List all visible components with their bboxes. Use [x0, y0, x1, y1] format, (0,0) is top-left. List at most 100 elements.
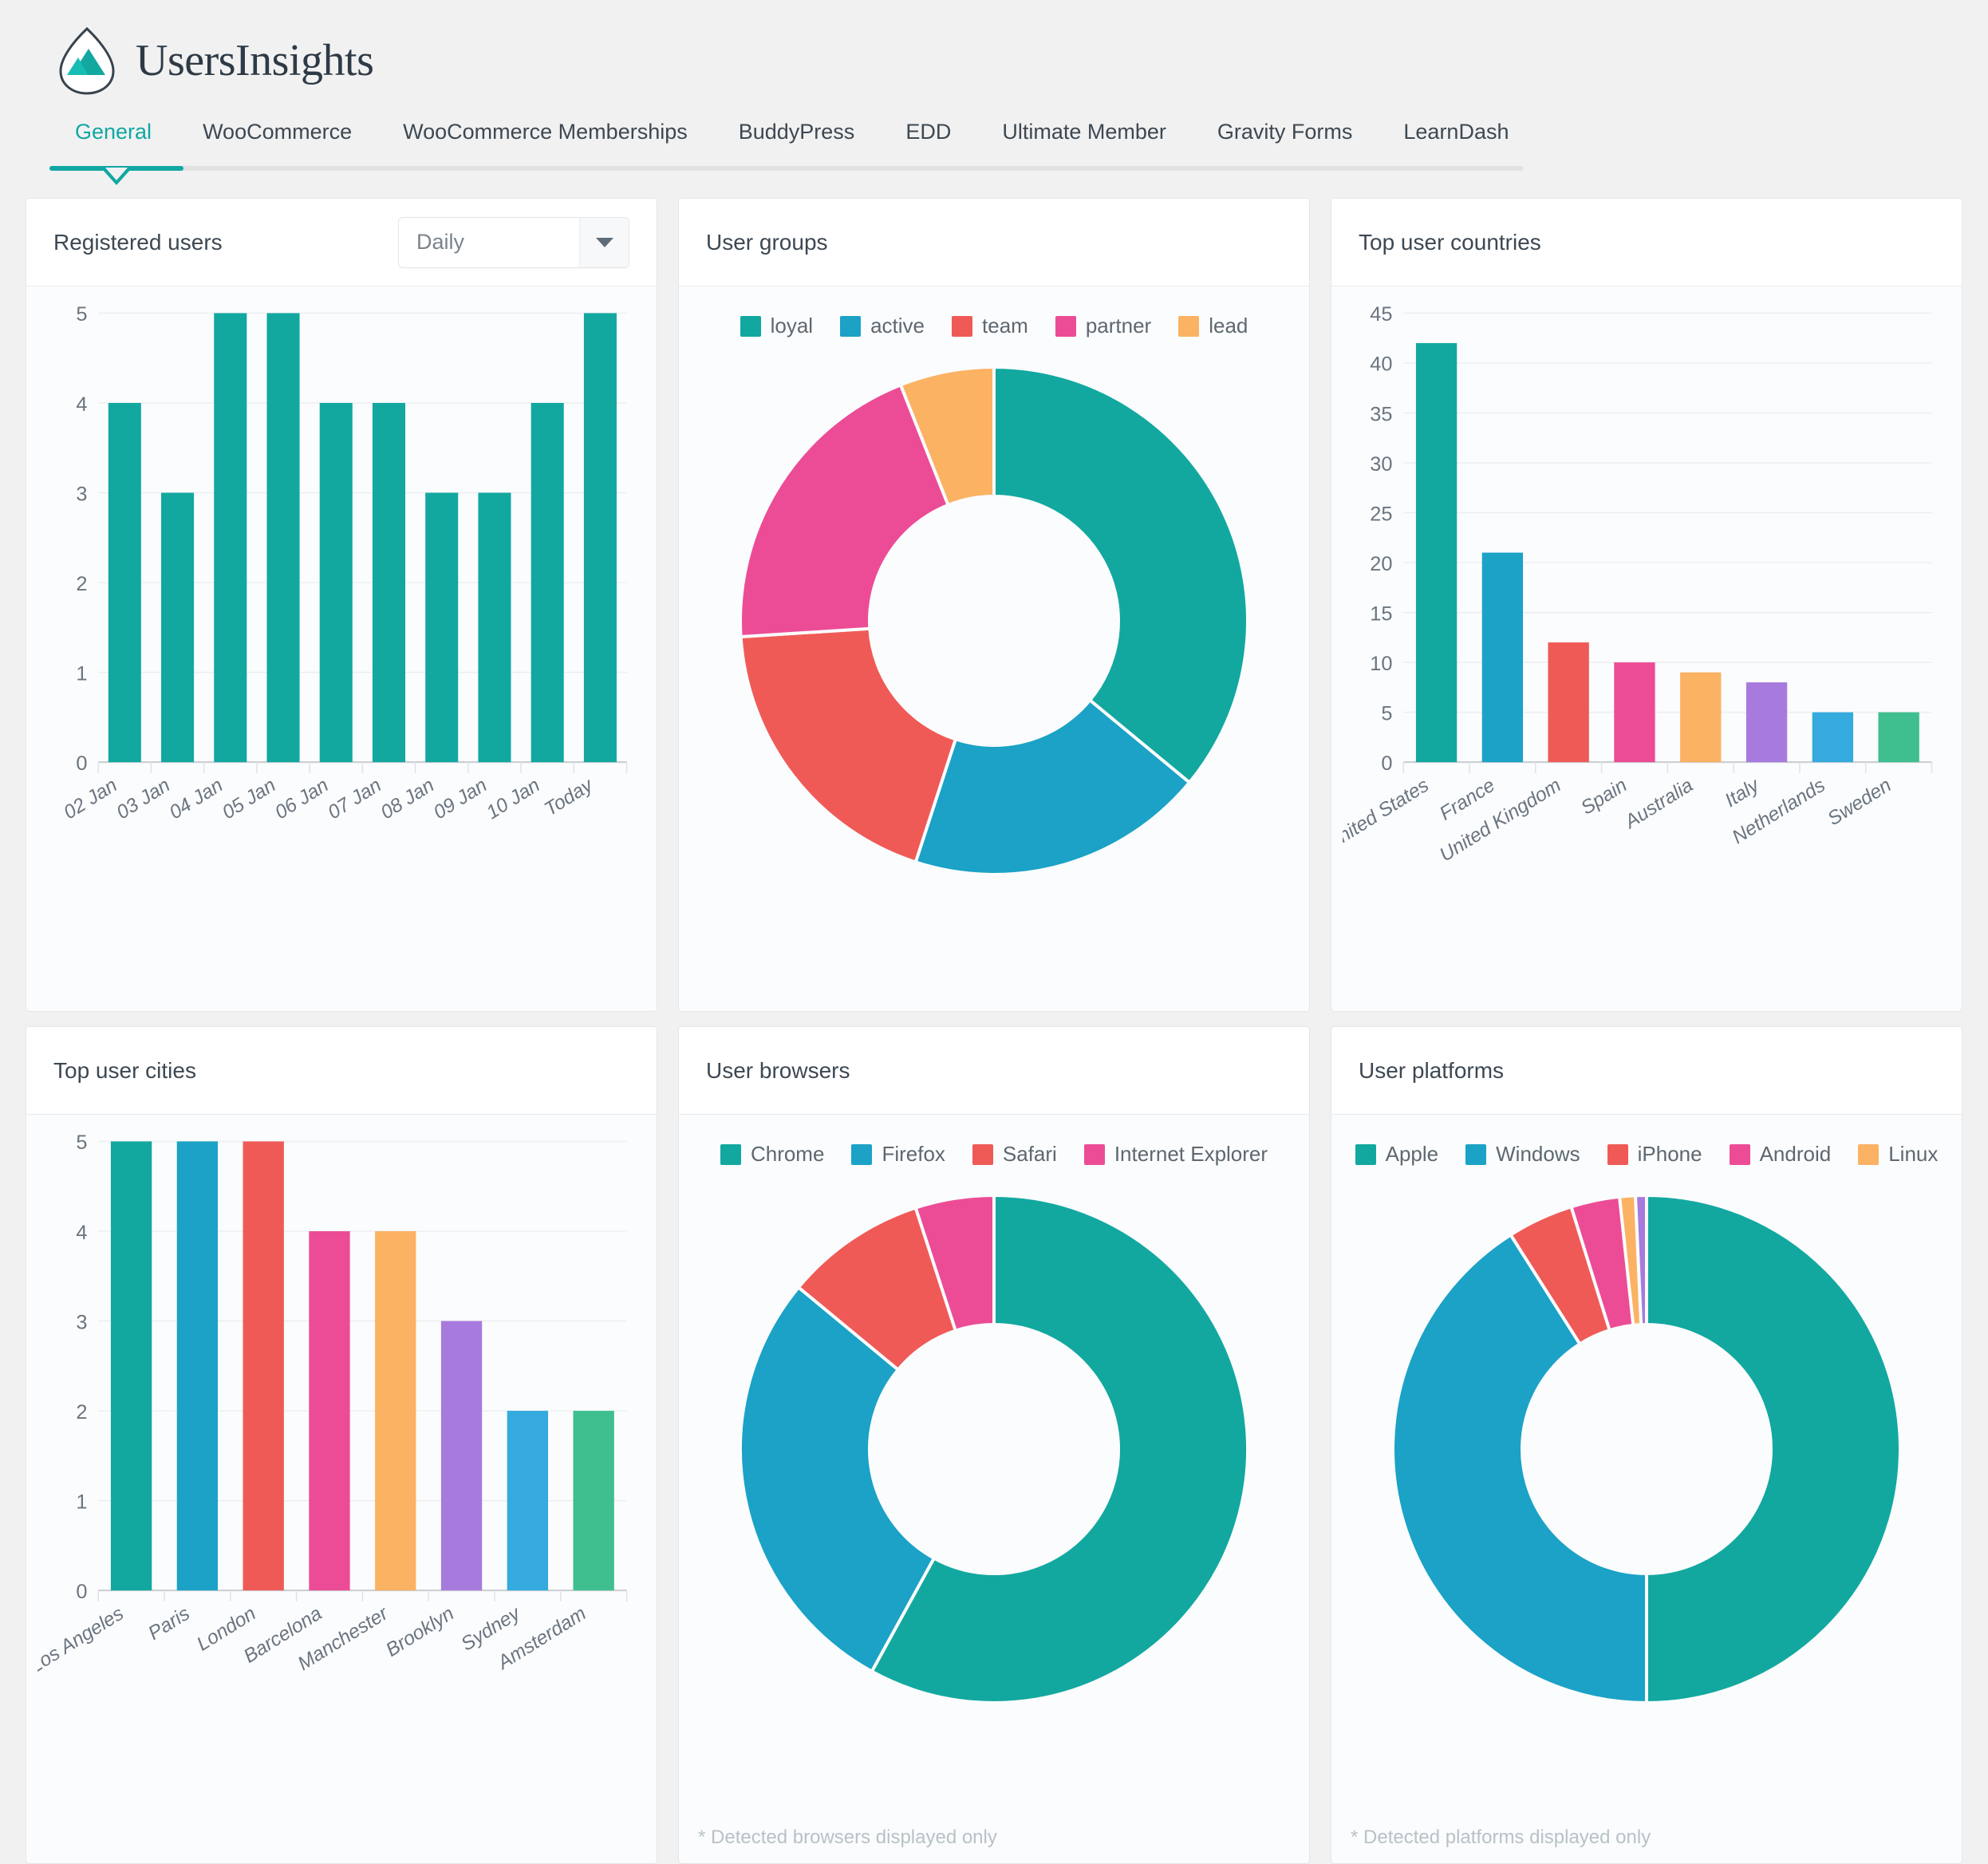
legend-swatch-icon: [851, 1143, 873, 1165]
legend-swatch-icon: [1858, 1143, 1880, 1165]
legend-label: iPhone: [1637, 1142, 1702, 1166]
svg-text:10 Jan: 10 Jan: [483, 775, 543, 824]
card-user-groups: User groups loyal active team partner lead: [678, 198, 1310, 1012]
chart-registered-users: 0 1 2 3 4 5 02 Jan 03 Jan 04 Jan 05 Jan 06 Jan 07 J…: [37, 294, 645, 981]
svg-text:Los Angeles: Los Angeles: [37, 1603, 128, 1678]
svg-text:40: 40: [1370, 353, 1392, 376]
svg-text:20: 20: [1370, 553, 1392, 575]
mountain-teardrop-logo-icon: [56, 26, 118, 96]
svg-text:1: 1: [76, 662, 87, 685]
legend-item[interactable]: Internet Explorer: [1083, 1142, 1268, 1167]
brand-name: UsersInsights: [136, 36, 374, 85]
page-title-user-browsers: User browsers: [706, 1057, 850, 1083]
svg-text:5: 5: [76, 303, 87, 326]
brand-header: UsersInsights: [26, 0, 1962, 104]
legend-item[interactable]: Linux: [1858, 1142, 1938, 1167]
legend-swatch-icon: [972, 1143, 993, 1165]
chart-legend-user-platforms: Apple Windows iPhone Android Linux: [1343, 1123, 1951, 1173]
legend-swatch-icon: [1607, 1143, 1628, 1165]
tab-gravity-forms[interactable]: Gravity Forms: [1192, 120, 1379, 162]
svg-text:0: 0: [1381, 752, 1392, 775]
svg-text:25: 25: [1370, 503, 1392, 525]
page-title-user-platforms: User platforms: [1359, 1057, 1505, 1083]
card-header: User groups: [679, 199, 1309, 286]
chevron-down-icon[interactable]: [579, 217, 629, 267]
card-top-user-countries: Top user countries 0 5 10 15 20 25 30 35 40 45 Uni…: [1331, 198, 1962, 1012]
svg-text:1: 1: [76, 1491, 87, 1513]
legend-label: Apple: [1385, 1142, 1439, 1166]
card-body: Chrome Firefox Safari Internet Explorer: [679, 1115, 1309, 1819]
footnote-user-platforms: * Detected platforms displayed only: [1351, 1826, 1651, 1848]
svg-text:07 Jan: 07 Jan: [324, 775, 385, 824]
card-registered-users: Registered users Daily 0 1 2 3 4 5 02 Jan 03 Ja…: [26, 198, 657, 1012]
legend-swatch-icon: [740, 315, 761, 337]
card-header: Top user cities: [26, 1027, 657, 1115]
svg-text:06 Jan: 06 Jan: [271, 775, 332, 824]
legend-label: team: [982, 314, 1028, 338]
legend-label: Chrome: [750, 1142, 825, 1166]
card-body: loyal active team partner lead: [679, 286, 1309, 1011]
tab-ultimate-member[interactable]: Ultimate Member: [976, 120, 1192, 162]
legend-label: Linux: [1888, 1142, 1939, 1166]
legend-item[interactable]: team: [952, 314, 1028, 338]
svg-text:0: 0: [76, 752, 87, 775]
svg-text:4: 4: [76, 1222, 87, 1244]
legend-item[interactable]: Firefox: [851, 1142, 945, 1167]
card-top-user-cities: Top user cities 0 1 2 3 4 5 Los Angeles Paris Lo…: [26, 1026, 657, 1864]
card-header: Top user countries: [1331, 199, 1962, 286]
legend-label: partner: [1085, 314, 1152, 338]
legend-item[interactable]: Windows: [1465, 1142, 1580, 1167]
card-body: Apple Windows iPhone Android Linux: [1331, 1115, 1962, 1819]
svg-text:10: 10: [1370, 653, 1392, 675]
card-header: Registered users Daily: [26, 199, 657, 286]
dashboard-page: UsersInsights General WooCommerce WooCom…: [0, 0, 1988, 1864]
tab-woocommerce[interactable]: WooCommerce: [177, 120, 377, 162]
svg-text:United States: United States: [1343, 775, 1433, 855]
footnote-user-browsers: * Detected browsers displayed only: [698, 1826, 997, 1848]
chart-user-browsers: [690, 1173, 1298, 1720]
legend-swatch-icon: [1729, 1143, 1750, 1165]
legend-item[interactable]: Apple: [1355, 1142, 1439, 1167]
legend-label: Android: [1759, 1142, 1832, 1166]
legend-label: loyal: [770, 314, 814, 338]
legend-swatch-icon: [952, 315, 973, 337]
card-body: 0 1 2 3 4 5 Los Angeles Paris London Barcelona Man…: [26, 1115, 657, 1863]
legend-item[interactable]: iPhone: [1607, 1142, 1702, 1167]
svg-text:15: 15: [1370, 602, 1392, 625]
legend-label: Windows: [1496, 1142, 1580, 1166]
chart-top-user-cities: 0 1 2 3 4 5 Los Angeles Paris London Barcelona Man…: [37, 1123, 645, 1809]
legend-item[interactable]: lead: [1178, 314, 1248, 338]
period-select[interactable]: Daily: [398, 216, 629, 268]
tab-list: General WooCommerce WooCommerce Membersh…: [49, 120, 1962, 162]
tab-edd[interactable]: EDD: [880, 120, 976, 162]
dashboard-row-2: Top user cities 0 1 2 3 4 5 Los Angeles Paris Lo…: [26, 1012, 1962, 1864]
legend-item[interactable]: Safari: [972, 1142, 1057, 1167]
legend-item[interactable]: active: [840, 314, 925, 338]
legend-swatch-icon: [720, 1143, 741, 1165]
legend-item[interactable]: Chrome: [720, 1142, 824, 1167]
card-body: 0 1 2 3 4 5 02 Jan 03 Jan 04 Jan 05 Jan 06 Jan 07 J…: [26, 286, 657, 1011]
card-user-platforms: User platforms Apple Windows iPhone Android…: [1331, 1026, 1962, 1864]
tab-buddypress[interactable]: BuddyPress: [713, 120, 881, 162]
legend-swatch-icon: [840, 315, 862, 337]
page-title-user-groups: User groups: [706, 229, 828, 255]
tab-learndash[interactable]: LearnDash: [1378, 120, 1534, 162]
legend-swatch-icon: [1055, 315, 1076, 337]
legend-item[interactable]: Android: [1729, 1142, 1832, 1167]
legend-item[interactable]: loyal: [740, 314, 813, 338]
svg-text:04 Jan: 04 Jan: [166, 775, 227, 824]
svg-text:Italy: Italy: [1722, 774, 1765, 812]
chart-legend-user-groups: loyal active team partner lead: [690, 294, 1298, 345]
svg-text:45: 45: [1370, 303, 1392, 326]
svg-text:08 Jan: 08 Jan: [377, 775, 438, 824]
card-user-browsers: User browsers Chrome Firefox Safari Interne…: [678, 1026, 1310, 1864]
svg-text:Today: Today: [541, 774, 598, 821]
legend-swatch-icon: [1465, 1143, 1487, 1165]
legend-item[interactable]: partner: [1055, 314, 1151, 338]
svg-text:Spain: Spain: [1577, 775, 1631, 819]
svg-text:Paris: Paris: [144, 1603, 193, 1645]
svg-text:Australia: Australia: [1620, 775, 1698, 834]
tab-general[interactable]: General: [49, 120, 177, 162]
tab-woocommerce-memberships[interactable]: WooCommerce Memberships: [377, 120, 713, 162]
chart-user-groups: [690, 345, 1298, 892]
